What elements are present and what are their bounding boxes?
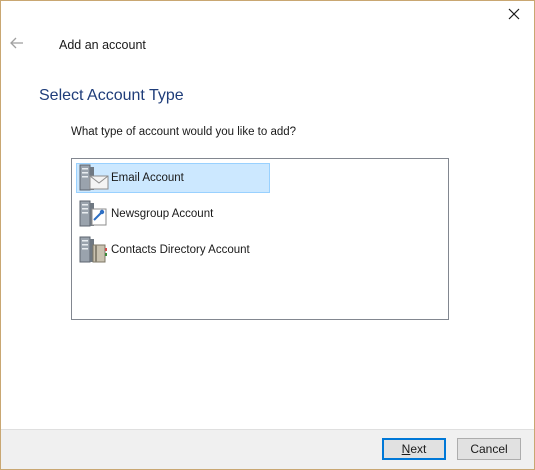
back-button[interactable] <box>7 35 27 55</box>
directory-server-icon <box>77 235 111 265</box>
list-item-email-account[interactable]: Email Account <box>76 163 270 193</box>
dialog-footer: Next Cancel <box>1 429 534 469</box>
add-account-dialog: Add an account Select Account Type What … <box>0 0 535 470</box>
account-type-list[interactable]: Email Account Newsgroup Account Contacts… <box>71 158 449 320</box>
email-server-icon <box>77 163 111 193</box>
window-title: Add an account <box>59 38 146 52</box>
next-label-rest: ext <box>410 442 427 456</box>
account-type-prompt: What type of account would you like to a… <box>71 126 297 138</box>
close-button[interactable] <box>502 5 526 27</box>
list-item-newsgroup-account[interactable]: Newsgroup Account <box>76 199 276 229</box>
list-item-label: Newsgroup Account <box>111 208 214 220</box>
list-item-label: Contacts Directory Account <box>111 244 250 256</box>
page-heading: Select Account Type <box>39 87 184 104</box>
next-button-label: Next <box>402 442 427 456</box>
cancel-button[interactable]: Cancel <box>457 438 521 460</box>
close-icon <box>508 7 520 25</box>
list-item-contacts-directory-account[interactable]: Contacts Directory Account <box>76 235 316 265</box>
newsgroup-server-icon <box>77 199 111 229</box>
back-arrow-icon <box>10 36 24 54</box>
next-button[interactable]: Next <box>382 438 446 460</box>
list-item-label: Email Account <box>111 172 184 184</box>
